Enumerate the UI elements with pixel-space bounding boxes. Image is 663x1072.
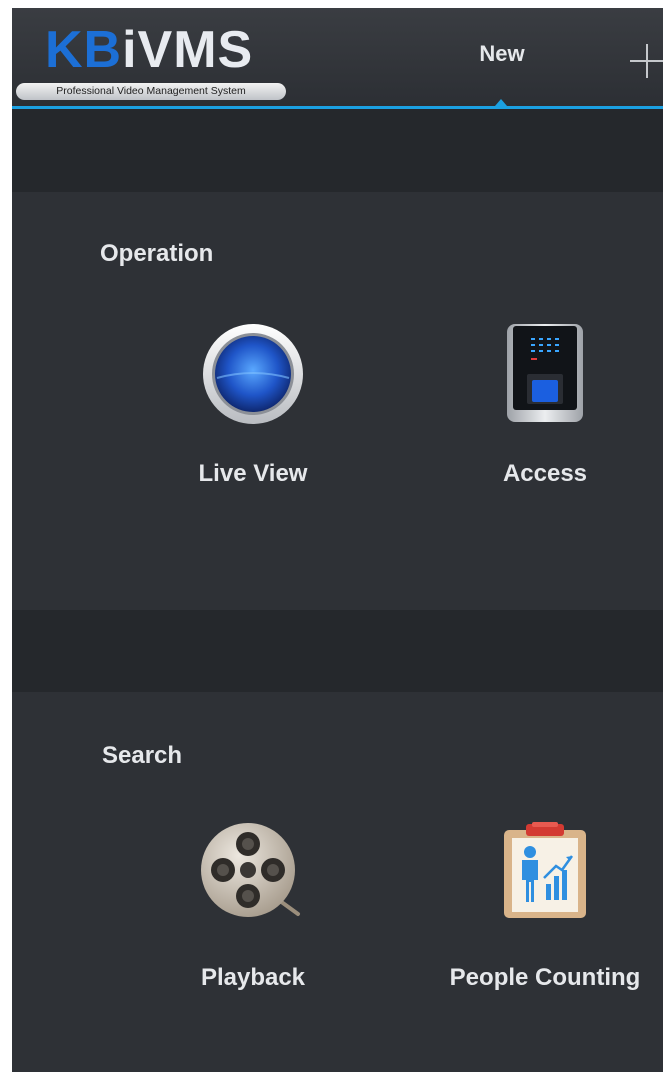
spacer-band xyxy=(12,109,663,192)
people-counting-icon xyxy=(504,822,586,918)
tile-label-access: Access xyxy=(502,460,588,487)
active-tab-indicator xyxy=(495,99,507,106)
tile-playback[interactable]: Playback xyxy=(138,822,368,1012)
section-search: Search Playback People Counting xyxy=(12,692,663,1072)
film-reel-icon xyxy=(201,823,300,917)
tile-label-playback: Playback xyxy=(200,964,306,991)
top-bar: KBiVMS Professional Video Management Sys… xyxy=(12,8,663,106)
section-operation: Operation Live View Access xyxy=(12,192,663,610)
tile-live-view[interactable]: Live View xyxy=(138,322,368,512)
live-view-icon xyxy=(203,324,303,424)
logo-subtitle: Professional Video Management System xyxy=(16,83,286,100)
app-window: KBiVMS Professional Video Management Sys… xyxy=(12,8,663,1072)
tile-access[interactable]: Access xyxy=(430,322,660,512)
section-title-search: Search xyxy=(102,742,183,769)
spacer-band xyxy=(12,610,663,692)
plus-icon[interactable] xyxy=(630,44,663,80)
tile-label-live-view: Live View xyxy=(198,460,308,487)
section-title-operation: Operation xyxy=(100,240,214,267)
tile-people-counting[interactable]: People Counting xyxy=(430,822,660,1012)
access-control-icon xyxy=(507,324,583,422)
logo-ivms-text: iVMS xyxy=(122,21,254,79)
tile-label-people-counting: People Counting xyxy=(449,964,641,991)
tab-new[interactable]: New xyxy=(442,34,562,74)
logo-kb-text: KB xyxy=(45,21,123,79)
app-logo: KBiVMS xyxy=(45,22,253,78)
